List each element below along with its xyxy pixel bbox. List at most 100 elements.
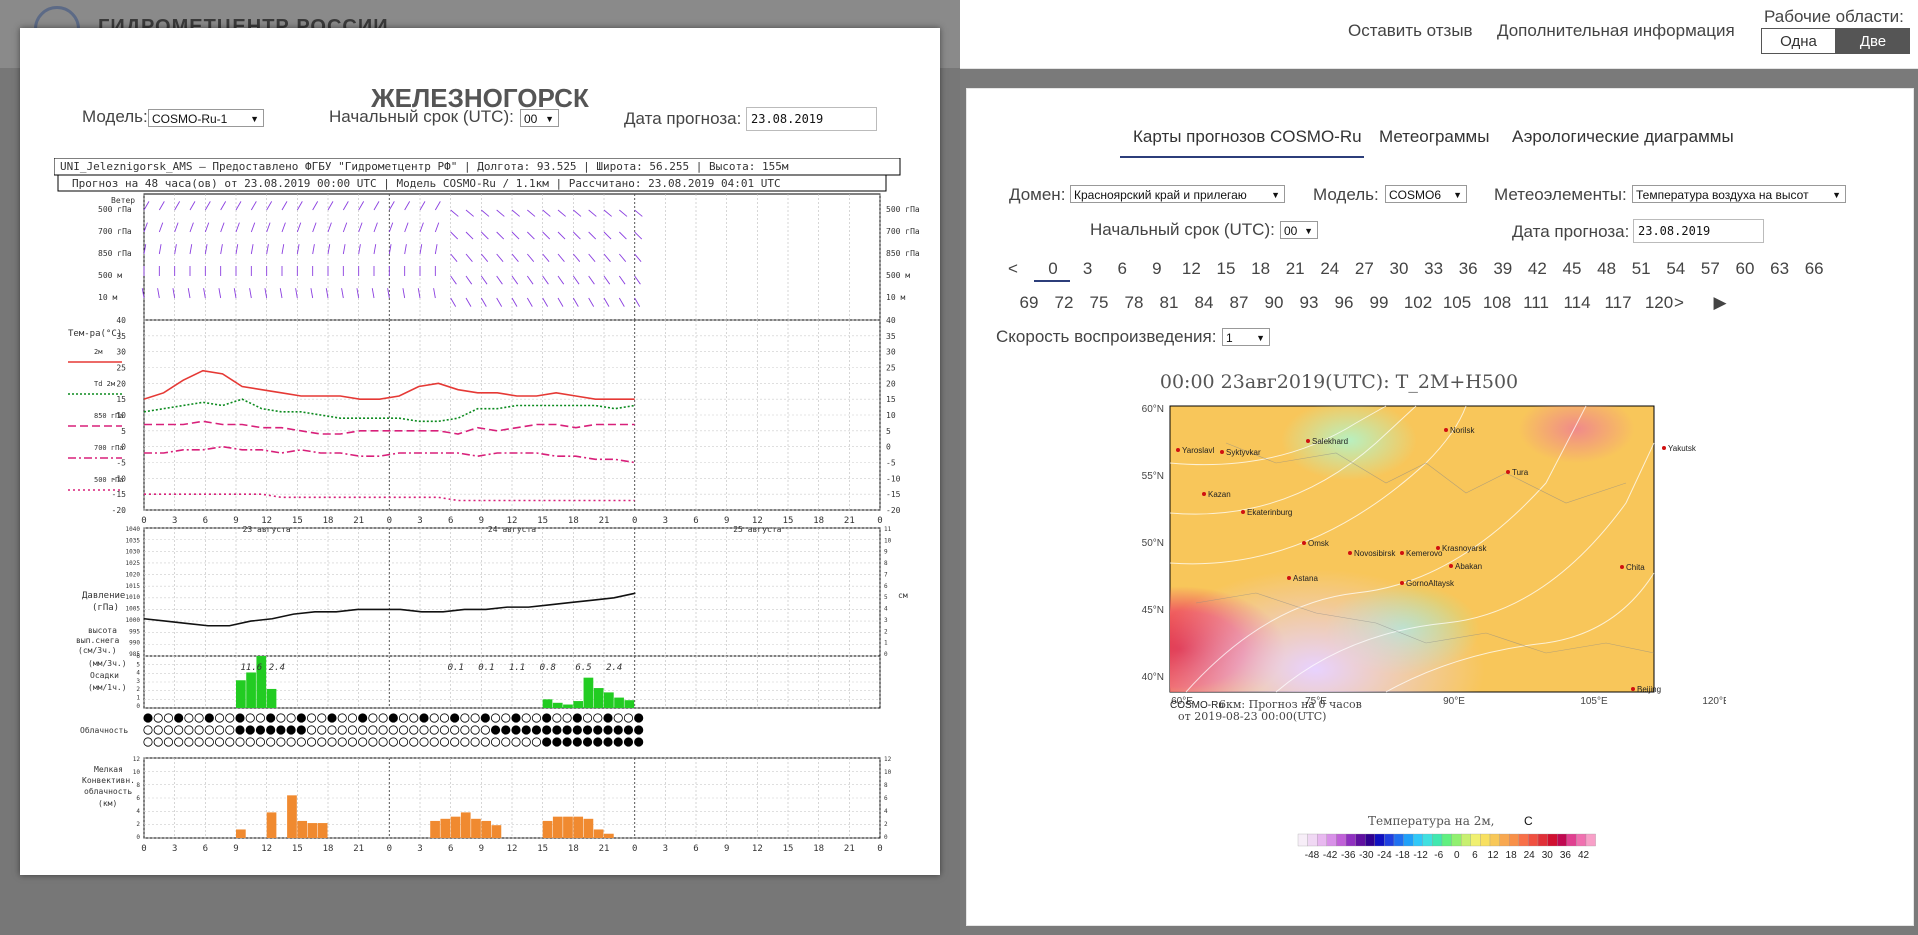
hour-option[interactable]: 105	[1440, 293, 1474, 313]
cloud-cover-symbol	[460, 725, 470, 735]
hour-option[interactable]: 108	[1480, 293, 1514, 313]
legend-swatch	[1384, 833, 1395, 847]
workspaces-label: Рабочие области:	[1764, 7, 1904, 26]
domain-select[interactable]: Красноярский край и прилегаю ▼	[1070, 185, 1285, 203]
hour-option[interactable]: 42	[1520, 259, 1554, 279]
hour-option[interactable]: 60	[1728, 259, 1762, 279]
hour-option[interactable]: 36	[1451, 259, 1485, 279]
hour-option[interactable]: 15	[1209, 259, 1243, 279]
precip-label-1: (мм/3ч.)	[88, 659, 127, 668]
hour-option[interactable]: 51	[1624, 259, 1658, 279]
hour-option[interactable]: 30	[1382, 259, 1416, 279]
conv-tick: 10	[133, 769, 141, 776]
cloud-cover-symbol	[429, 737, 439, 747]
cloud-cover-symbol	[603, 725, 613, 735]
hour-option[interactable]: 81	[1152, 293, 1186, 313]
cloud-cover-symbol	[194, 737, 204, 747]
modal-model-value: COSMO-Ru-1	[152, 112, 228, 126]
snow-tick: 8	[884, 560, 888, 567]
hour-option[interactable]: 69	[1012, 293, 1046, 313]
modal-model-select[interactable]: COSMO-Ru-1 ▼	[148, 109, 264, 127]
hour-option[interactable]: 96	[1327, 293, 1361, 313]
cloud-cover-symbol	[255, 713, 266, 723]
hour-option[interactable]: 24	[1313, 259, 1347, 279]
forecast-date-input[interactable]: 23.08.2019	[1633, 219, 1764, 243]
modal-init-select[interactable]: 00 ▼	[520, 109, 559, 127]
workspace-two-button[interactable]: Две	[1836, 28, 1910, 54]
temp-tick: -15	[112, 490, 127, 499]
wind-barb	[481, 231, 489, 240]
hour-option[interactable]: 12	[1174, 259, 1208, 279]
cloud-cover-symbol	[501, 713, 511, 723]
cloud-cover-symbol	[163, 725, 174, 735]
city-label: Chita	[1626, 563, 1645, 572]
hour-option[interactable]: 63	[1763, 259, 1797, 279]
tab-aerological[interactable]: Аэрологические диаграммы	[1512, 127, 1734, 147]
cloud-cover-symbol	[419, 713, 429, 723]
hour-option[interactable]: 111	[1519, 293, 1553, 313]
lat-label: 40°N	[1142, 672, 1164, 683]
hour-prev-button[interactable]: <	[996, 259, 1030, 279]
hour-option[interactable]: 0	[1036, 259, 1070, 279]
hour-option[interactable]: 18	[1244, 259, 1278, 279]
snow-tick: 3	[884, 617, 888, 624]
hour-option[interactable]: 39	[1486, 259, 1520, 279]
temp-tick: 5	[886, 427, 891, 436]
hour-option[interactable]: 6	[1105, 259, 1139, 279]
temp-tick: 30	[116, 348, 126, 357]
hour-option[interactable]: 114	[1560, 293, 1594, 313]
wind-barb	[450, 209, 459, 217]
hour-option[interactable]: 72	[1047, 293, 1081, 313]
play-icon[interactable]: ▶	[1703, 293, 1737, 313]
tab-meteograms[interactable]: Метеограммы	[1379, 127, 1489, 147]
hour-option[interactable]: 45	[1555, 259, 1589, 279]
init-time-select[interactable]: 00 ▼	[1280, 221, 1318, 239]
elements-select[interactable]: Температура воздуха на высот ▼	[1632, 185, 1846, 203]
modal-date-input[interactable]: 23.08.2019	[746, 107, 877, 131]
more-info-link[interactable]: Дополнительная информация	[1497, 21, 1735, 41]
legend-swatch	[1317, 833, 1327, 847]
hour-option[interactable]: 84	[1187, 293, 1221, 313]
cloud-cover-symbol	[153, 713, 163, 723]
temp-tick: 20	[116, 379, 126, 388]
convective-bar	[542, 820, 553, 838]
pressure-tick: 1030	[126, 549, 141, 556]
cloud-cover-symbol	[286, 713, 296, 723]
hour-option[interactable]: 66	[1797, 259, 1831, 279]
hour-option[interactable]: 78	[1117, 293, 1151, 313]
model-select[interactable]: COSMO6 ▼	[1385, 185, 1467, 203]
wind-barb	[388, 201, 395, 211]
hour-next-button[interactable]: >	[1662, 293, 1696, 313]
hour-option[interactable]: 93	[1292, 293, 1326, 313]
hour-option[interactable]: 87	[1222, 293, 1256, 313]
hour-option[interactable]: 102	[1401, 293, 1435, 313]
hour-option[interactable]: 27	[1347, 259, 1381, 279]
wind-barb	[465, 253, 473, 262]
city-marker	[1631, 687, 1635, 691]
wind-barb	[419, 201, 426, 211]
precip-bar	[573, 701, 584, 708]
hour-option[interactable]: 9	[1140, 259, 1174, 279]
workspace-one-button[interactable]: Одна	[1761, 28, 1836, 54]
wind-barb	[220, 244, 223, 255]
hour-option[interactable]: 117	[1601, 293, 1635, 313]
hour-option[interactable]: 99	[1362, 293, 1396, 313]
hour-option[interactable]: 90	[1257, 293, 1291, 313]
cloud-cover-symbol	[358, 737, 368, 747]
cloud-cover-symbol	[603, 713, 613, 723]
x-hour-label: 0	[877, 516, 882, 526]
hour-option[interactable]: 57	[1693, 259, 1727, 279]
hour-option[interactable]: 75	[1082, 293, 1116, 313]
wind-barb	[573, 209, 582, 217]
convective-bar	[471, 818, 481, 838]
hour-option[interactable]: 48	[1590, 259, 1624, 279]
speed-select[interactable]: 1 ▼	[1222, 328, 1270, 346]
feedback-link[interactable]: Оставить отзыв	[1348, 21, 1473, 41]
tab-cosmo-maps[interactable]: Карты прогнозов COSMO-Ru	[1133, 127, 1362, 147]
hour-option[interactable]: 33	[1417, 259, 1451, 279]
hour-option[interactable]: 3	[1071, 259, 1105, 279]
hour-option[interactable]: 21	[1278, 259, 1312, 279]
hour-option[interactable]: 54	[1659, 259, 1693, 279]
legend-swatch	[1365, 833, 1375, 847]
city-label: Omsk	[1308, 539, 1330, 548]
